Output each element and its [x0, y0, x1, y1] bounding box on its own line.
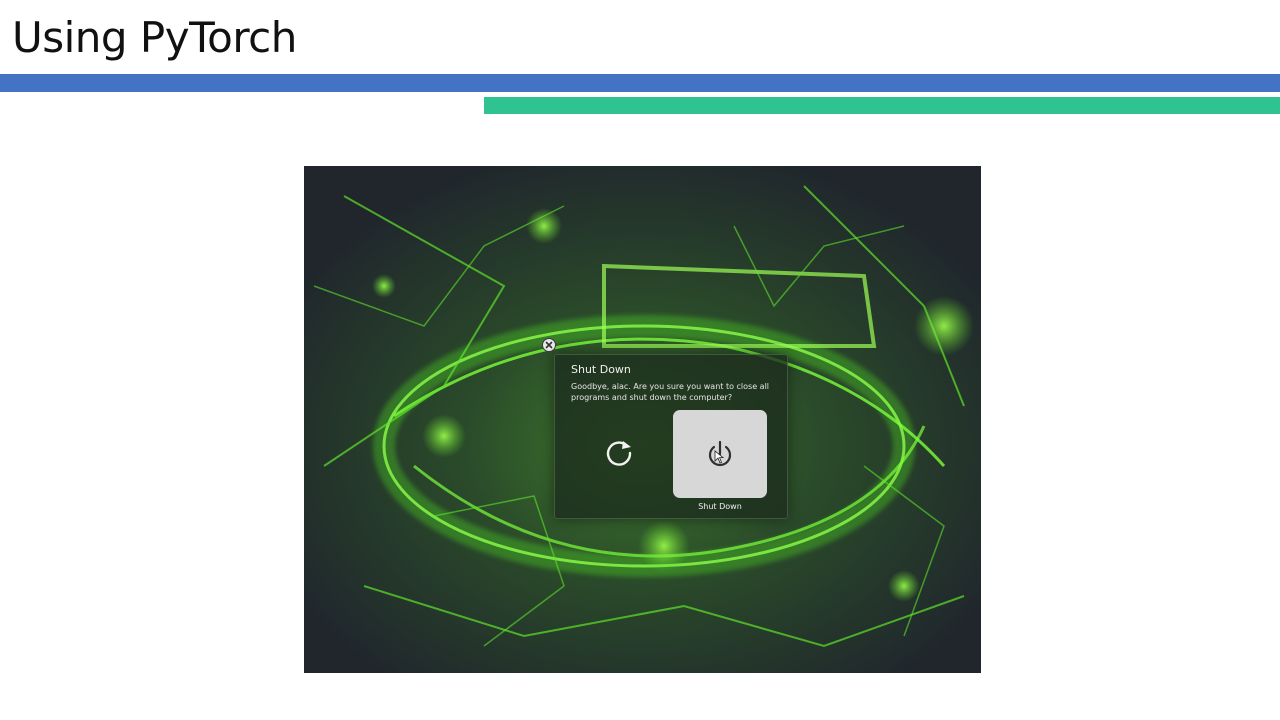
slide: Using PyTorch Shut Down Goodbye, alac. A… — [0, 0, 1280, 720]
screenshot-photo: Shut Down Goodbye, alac. Are you sure yo… — [304, 166, 981, 673]
title-underline-blue — [0, 74, 1280, 92]
restart-icon — [606, 441, 632, 466]
dialog-title: Shut Down — [571, 363, 631, 376]
mouse-cursor-icon — [714, 450, 724, 464]
dialog-message: Goodbye, alac. Are you sure you want to … — [571, 382, 770, 402]
dialog-close-button[interactable] — [542, 338, 556, 352]
slide-title: Using PyTorch — [12, 13, 297, 62]
restart-button[interactable] — [573, 411, 665, 499]
close-icon — [545, 341, 553, 349]
shutdown-dialog: Shut Down Goodbye, alac. Are you sure yo… — [554, 354, 788, 519]
shutdown-button[interactable] — [673, 410, 767, 498]
shutdown-button-label: Shut Down — [698, 502, 742, 511]
title-underline-green — [484, 97, 1280, 114]
